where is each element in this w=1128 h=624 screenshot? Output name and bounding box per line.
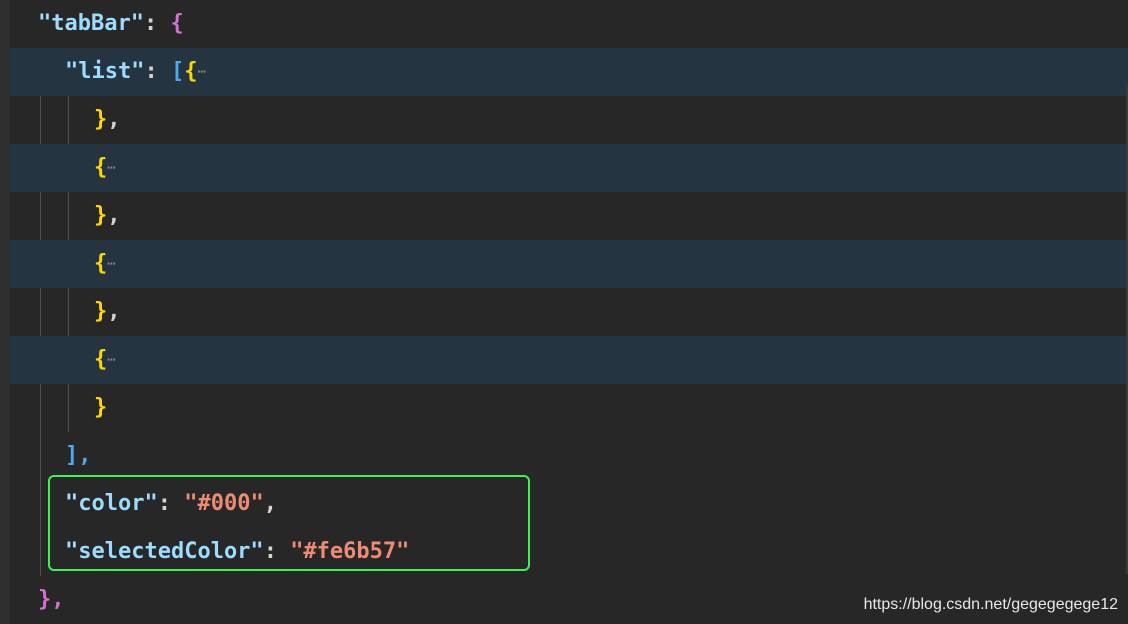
code-line-6[interactable]: {⋯ [10, 240, 1128, 288]
code-line-8[interactable]: {⋯ [10, 336, 1128, 384]
open-brace: { [170, 11, 184, 36]
open-object: { [94, 155, 108, 180]
code-editor[interactable]: "tabBar": { "list": [{⋯ }, {⋯ }, {⋯ }, {… [0, 0, 1128, 624]
code-line-9[interactable]: } [10, 384, 1128, 432]
comma: , [107, 107, 121, 132]
annotation-highlight-box [48, 475, 530, 571]
code-line-2[interactable]: "list": [{⋯ [10, 48, 1128, 96]
comma: , [107, 203, 121, 228]
editor-gutter [0, 0, 10, 624]
close-object: } [94, 107, 108, 132]
code-line-10[interactable]: ], [10, 432, 1128, 480]
code-line-3[interactable]: }, [10, 96, 1128, 144]
close-brace: }, [38, 587, 65, 612]
code-line-5[interactable]: }, [10, 192, 1128, 240]
code-line-7[interactable]: }, [10, 288, 1128, 336]
tabbar-key: "tabBar" [38, 11, 144, 36]
open-object: { [94, 347, 108, 372]
close-object: } [94, 203, 108, 228]
colon: : [144, 59, 158, 84]
open-bracket: [ [170, 59, 185, 84]
fold-ellipsis-icon[interactable]: ⋯ [197, 64, 205, 80]
list-key: "list" [65, 59, 145, 84]
fold-ellipsis-icon[interactable]: ⋯ [107, 160, 115, 176]
fold-ellipsis-icon[interactable]: ⋯ [107, 352, 115, 368]
close-object: } [94, 299, 108, 324]
open-object: { [184, 59, 198, 84]
close-object: } [94, 395, 108, 420]
comma: , [107, 299, 121, 324]
code-line-1[interactable]: "tabBar": { [10, 0, 1128, 48]
watermark: https://blog.csdn.net/gegegegege12 [863, 596, 1118, 613]
colon: : [143, 11, 158, 36]
fold-ellipsis-icon[interactable]: ⋯ [107, 256, 115, 272]
open-object: { [94, 251, 108, 276]
code-line-4[interactable]: {⋯ [10, 144, 1128, 192]
close-bracket: ], [65, 443, 92, 468]
